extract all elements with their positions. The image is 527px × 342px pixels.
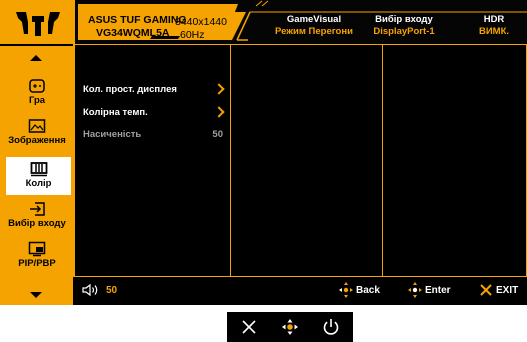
menu-item-color-temp[interactable]: Колірна темп. [83,106,225,123]
exit-x-icon [480,284,492,296]
image-icon [28,119,46,133]
sidebar-item-input[interactable]: Вибір входу [3,201,71,235]
menu-item-saturation[interactable]: Насиченість 50 [83,129,223,145]
power-icon[interactable] [321,317,341,337]
model-brand: ASUS TUF GAMING [88,14,187,26]
tuf-logo [16,12,60,36]
sidebar-item-label: PIP/PBP [18,258,56,269]
refresh-rate: 60Hz [180,29,205,41]
header-decoration [0,0,527,44]
gamevisual-value: Режим Перегони [275,26,353,37]
sidebar-item-label: Колір [25,178,52,189]
sidebar-item-label: Вибір входу [8,218,66,229]
gamevisual-status: GameVisual Режим Перегони [272,14,356,38]
osd-header: ASUS TUF GAMING VG34WQML5A 3440x1440 60H… [0,0,527,44]
panel-divider [382,45,383,276]
menu-item-display-color-space[interactable]: Кол. прост. дисплея [83,83,225,100]
model-name: VG34WQML5A [96,27,170,39]
menu-item-label: Кол. прост. дисплея [83,84,177,95]
sidebar-item-image[interactable]: Зображення [3,118,71,152]
hdr-title: HDR [483,14,505,25]
gamepad-icon [29,79,45,93]
menu-item-label: Колірна темп. [83,107,148,118]
joystick-icon[interactable] [280,317,300,337]
volume-icon [82,283,98,297]
hdr-status: HDR ВИМК. [464,14,524,38]
input-title: Вибір входу [375,14,433,25]
panel-divider [230,45,231,276]
sidebar-item-pip-pbp[interactable]: PIP/PBP [3,241,71,275]
hdr-value: ВИМК. [478,26,510,37]
input-select-icon [30,202,45,216]
scroll-down-arrow-icon[interactable] [30,292,42,298]
input-value: DisplayPort-1 [373,26,435,37]
close-icon[interactable] [239,317,259,337]
pip-pbp-icon [28,241,46,257]
gamevisual-title: GameVisual [286,14,342,25]
hardware-keys [227,312,353,342]
volume-value: 50 [106,285,118,296]
back-label[interactable]: Back [356,285,380,296]
sidebar-item-game[interactable]: Гра [3,78,71,112]
chevron-right-icon [213,106,225,118]
resolution: 3440x1440 [175,16,227,28]
color-icon [30,162,47,177]
osd-sidebar: Гра Зображення Колір Вибір входу PIP/PBP [0,46,73,305]
menu-item-label: Насиченість [83,129,142,140]
osd-footer: 50 Back Enter EXIT [73,277,527,305]
input-status: Вибір входу DisplayPort-1 [364,14,444,38]
sidebar-item-color[interactable]: Колір [3,157,71,195]
exit-label[interactable]: EXIT [496,285,518,296]
chevron-right-icon [213,83,225,95]
saturation-value: 50 [212,129,223,140]
scroll-up-arrow-icon[interactable] [30,55,42,61]
menu-panels: Кол. прост. дисплея Колірна темп. Насиче… [73,44,527,277]
sidebar-item-label: Зображення [8,135,66,146]
enter-label[interactable]: Enter [425,285,451,296]
joystick-press-icon [408,282,422,298]
joystick-left-icon [339,282,353,298]
sidebar-item-label: Гра [28,95,46,106]
osd-menu: ASUS TUF GAMING VG34WQML5A 3440x1440 60H… [0,0,527,305]
